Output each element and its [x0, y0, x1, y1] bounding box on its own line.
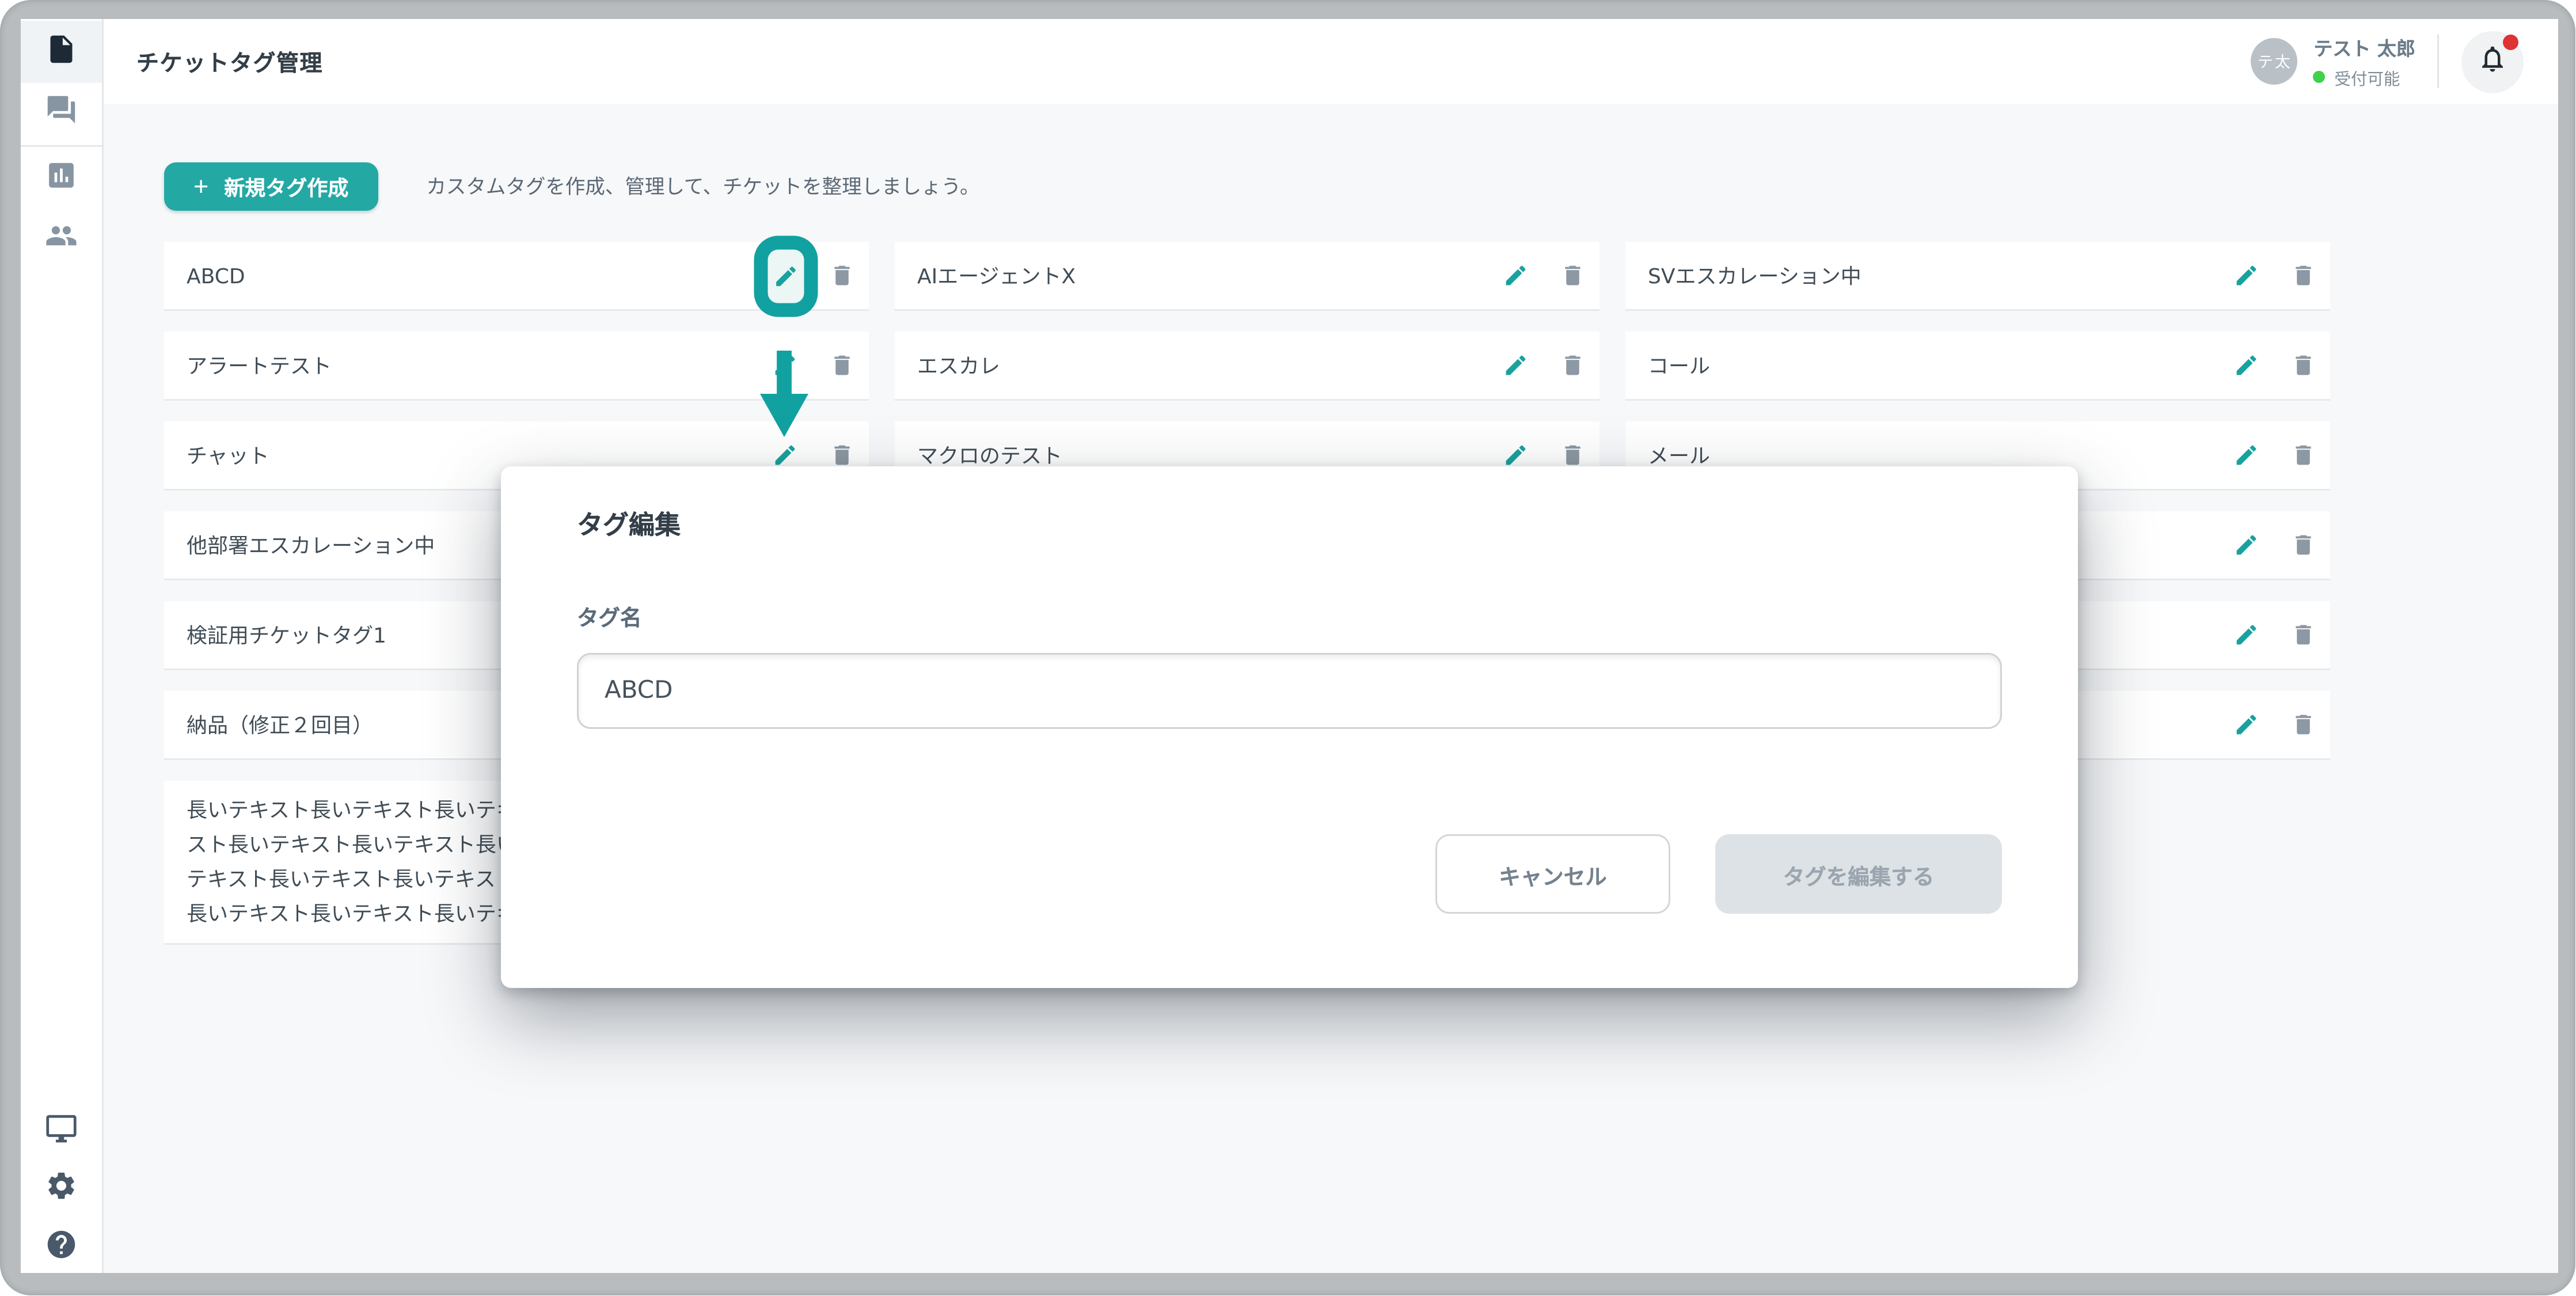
tag-label: SVエスカレーション中 — [1648, 261, 2233, 290]
tag-label: アラートテスト — [187, 351, 772, 380]
tag-row: ABCD — [164, 242, 869, 311]
delete-tag-button[interactable] — [829, 442, 855, 468]
delete-tag-button[interactable] — [2290, 263, 2316, 288]
toolbar-description: カスタムタグを作成、管理して、チケットを整理しましょう。 — [426, 173, 979, 200]
edit-tag-button[interactable] — [772, 442, 798, 468]
user-status: 受付可能 — [2313, 65, 2415, 89]
sidebar-item-chat[interactable] — [21, 81, 102, 143]
delete-tag-button[interactable] — [829, 263, 855, 288]
delete-tag-button[interactable] — [1560, 263, 1586, 288]
tag-column-2: AIエージェントX エスカレ マクロのテスト — [895, 242, 1599, 491]
tutorial-highlight-box — [753, 235, 817, 316]
tag-name-label: タグ名 — [577, 599, 642, 632]
notification-badge — [2503, 34, 2519, 50]
edit-tag-button[interactable] — [2233, 532, 2259, 558]
sidebar — [21, 19, 104, 1274]
gear-icon — [45, 1169, 78, 1208]
tag-name-input[interactable] — [577, 653, 2002, 729]
delete-tag-button[interactable] — [2290, 442, 2316, 468]
edit-tag-button[interactable] — [2233, 263, 2259, 288]
delete-tag-button[interactable] — [2290, 352, 2316, 378]
monitor-icon — [45, 1112, 78, 1151]
tag-label: AIエージェントX — [917, 261, 1503, 290]
tag-row: SVエスカレーション中 — [1625, 242, 2330, 311]
bell-icon — [2478, 43, 2509, 81]
bar-chart-icon — [45, 158, 78, 198]
plus-icon: + — [193, 174, 208, 200]
document-icon — [45, 32, 78, 72]
sidebar-item-settings[interactable] — [21, 1157, 102, 1219]
status-label: 受付可能 — [2334, 65, 2400, 89]
sidebar-item-help[interactable] — [21, 1216, 102, 1274]
edit-tag-button[interactable] — [2233, 352, 2259, 378]
tag-label: メール — [1648, 440, 2233, 470]
edit-tag-button[interactable] — [1503, 442, 1529, 468]
sidebar-item-monitoring[interactable] — [21, 1100, 102, 1162]
submit-edit-tag-button[interactable]: タグを編集する — [1715, 834, 2002, 914]
delete-tag-button[interactable] — [1560, 352, 1586, 378]
notifications-button[interactable] — [2462, 31, 2524, 93]
avatar: テ太 — [2251, 38, 2298, 85]
edit-tag-dialog: タグ編集 タグ名 キャンセル タグを編集する — [501, 466, 2078, 988]
delete-tag-button[interactable] — [2290, 532, 2316, 558]
delete-tag-button[interactable] — [2290, 622, 2316, 648]
tag-label: コール — [1648, 351, 2233, 380]
tutorial-arrow-down-icon — [760, 351, 808, 437]
tag-label: ABCD — [187, 264, 772, 288]
tag-row: AIエージェントX — [895, 242, 1599, 311]
tag-row: コール — [1625, 332, 2330, 401]
header-divider — [2438, 35, 2440, 88]
app-window: チケットタグ管理 テ太 テスト 太郎 受付可能 — [0, 0, 2576, 1296]
edit-tag-button[interactable] — [772, 263, 798, 288]
people-icon — [45, 219, 78, 259]
tag-label: チャット — [187, 440, 772, 470]
dialog-title: タグ編集 — [577, 506, 681, 542]
cancel-button[interactable]: キャンセル — [1435, 834, 1670, 914]
edit-tag-button[interactable] — [1503, 352, 1529, 378]
sidebar-item-tickets[interactable] — [21, 21, 102, 83]
delete-tag-button[interactable] — [1560, 442, 1586, 468]
user-texts: テスト 太郎 受付可能 — [2313, 34, 2415, 89]
new-tag-button-label: 新規タグ作成 — [224, 172, 348, 202]
help-icon — [45, 1227, 78, 1267]
edit-tag-button[interactable] — [2233, 712, 2259, 738]
sidebar-item-analytics[interactable] — [21, 147, 102, 209]
delete-tag-button[interactable] — [829, 352, 855, 378]
page-title: チケットタグ管理 — [136, 19, 323, 104]
edit-tag-button[interactable] — [2233, 622, 2259, 648]
user-name: テスト 太郎 — [2313, 34, 2415, 62]
header-right: テ太 テスト 太郎 受付可能 — [2251, 19, 2524, 104]
toolbar: + 新規タグ作成 カスタムタグを作成、管理して、チケットを整理しましょう。 — [164, 162, 2559, 211]
app-surface: チケットタグ管理 テ太 テスト 太郎 受付可能 — [21, 19, 2559, 1274]
user-menu[interactable]: テ太 テスト 太郎 受付可能 — [2251, 34, 2415, 89]
delete-tag-button[interactable] — [2290, 712, 2316, 738]
status-dot-icon — [2313, 71, 2326, 83]
tag-row: エスカレ — [895, 332, 1599, 401]
row-actions — [772, 263, 855, 288]
tag-label: マクロのテスト — [917, 440, 1503, 470]
tag-label: エスカレ — [917, 351, 1503, 380]
chat-icon — [45, 93, 78, 132]
edit-tag-button[interactable] — [1503, 263, 1529, 288]
edit-tag-button[interactable] — [2233, 442, 2259, 468]
new-tag-button[interactable]: + 新規タグ作成 — [164, 162, 378, 211]
header: チケットタグ管理 テ太 テスト 太郎 受付可能 — [104, 19, 2559, 104]
sidebar-item-members[interactable] — [21, 207, 102, 269]
